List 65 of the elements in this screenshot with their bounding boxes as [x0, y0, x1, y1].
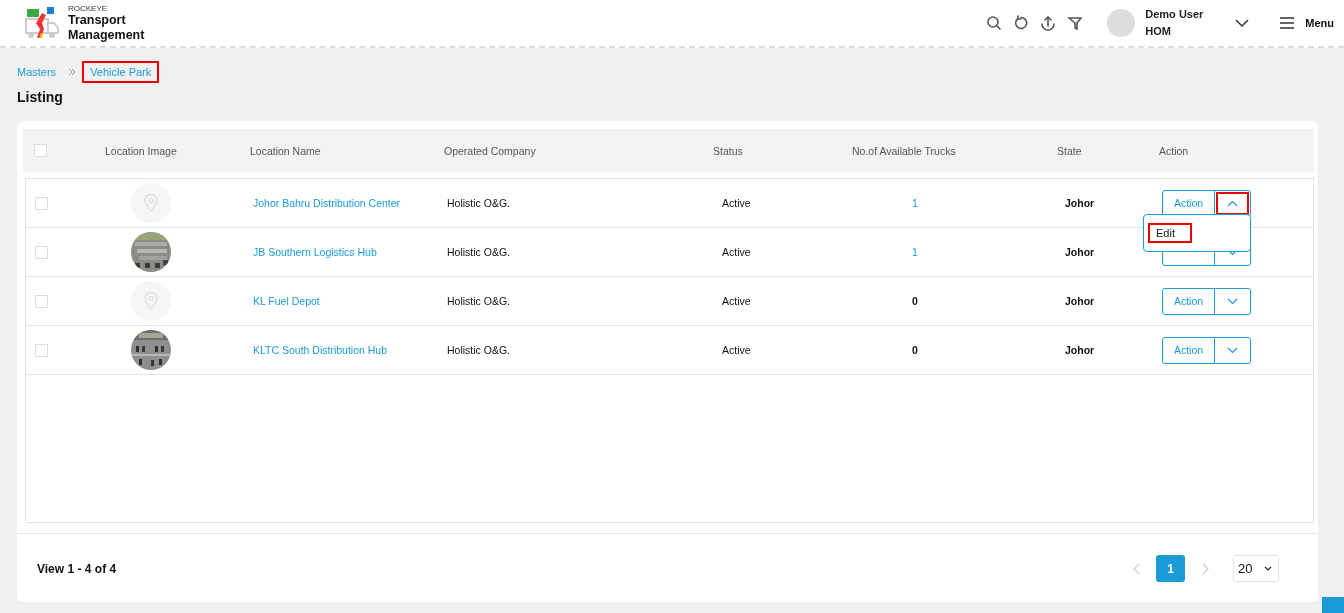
page-button[interactable]: 1	[1156, 555, 1185, 582]
search-icon[interactable]	[986, 15, 1003, 31]
location-pin-icon	[144, 292, 158, 310]
page-title: Listing	[16, 88, 64, 107]
chevron-down-icon	[1227, 346, 1238, 354]
table-cell: Johor	[1065, 197, 1095, 209]
breadcrumb-link[interactable]: Vehicle Park	[84, 63, 158, 81]
trucks-link[interactable]: 1	[912, 197, 918, 209]
trucks-link[interactable]: 1	[912, 246, 918, 258]
table-cell: Johor	[1065, 246, 1095, 258]
floating-button[interactable]	[1322, 597, 1344, 613]
row-checkbox[interactable]	[35, 196, 48, 210]
column-header: Operated Company	[444, 144, 536, 157]
chevron-right-icon	[1201, 562, 1209, 575]
select-all-checkbox[interactable]	[34, 144, 47, 157]
chevron-down-icon	[1227, 297, 1238, 305]
chevron-down-icon[interactable]	[1235, 18, 1250, 28]
results-summary: View 1 - 4 of 4	[37, 561, 117, 576]
menu-button[interactable]: Menu	[1279, 15, 1344, 31]
product-name: Transport Management	[68, 12, 146, 43]
column-header: Action	[1159, 144, 1189, 157]
company-name: ROCKEYE	[68, 3, 109, 13]
table-cell: 0	[912, 344, 918, 356]
location-link[interactable]: KLTC South Distribution Hub	[253, 344, 388, 356]
action-button[interactable]: Action	[1163, 337, 1215, 363]
chevron-left-icon	[1132, 562, 1140, 575]
table-cell: Active	[722, 344, 751, 356]
location-link[interactable]: JB Southern Logistics Hub	[253, 246, 377, 258]
refresh-icon[interactable]	[1013, 15, 1030, 31]
chevron-up-icon	[1227, 199, 1238, 207]
column-header: State	[1057, 144, 1082, 157]
column-header: Location Image	[105, 144, 177, 157]
table-cell: Holistic O&G.	[447, 197, 510, 209]
menu-item[interactable]: Edit	[1148, 222, 1192, 243]
table-cell: Johor	[1065, 295, 1095, 307]
avatar[interactable]	[1107, 9, 1136, 37]
row-checkbox[interactable]	[35, 343, 48, 357]
chevron-down-icon	[1264, 566, 1272, 571]
page-size-select[interactable]: 20	[1233, 555, 1279, 582]
table-cell: Holistic O&G.	[447, 246, 510, 258]
user-name: Demo User	[1145, 7, 1205, 22]
user-role: HOM	[1145, 24, 1172, 39]
row-checkbox[interactable]	[35, 294, 48, 308]
column-header: No.of Available Trucks	[852, 144, 956, 157]
table-cell: Active	[722, 295, 751, 307]
column-header: Location Name	[250, 144, 321, 157]
action-button[interactable]: Action	[1163, 288, 1215, 314]
table-cell: Active	[722, 197, 751, 209]
location-link[interactable]: Johor Bahru Distribution Center	[253, 197, 401, 209]
table-cell: Holistic O&G.	[447, 295, 510, 307]
location-pin-icon	[144, 194, 158, 212]
filter-icon[interactable]	[1067, 15, 1084, 31]
table-cell: Holistic O&G.	[447, 344, 510, 356]
table-cell: Active	[722, 246, 751, 258]
location-link[interactable]: KL Fuel Depot	[253, 295, 320, 307]
table-cell: Johor	[1065, 344, 1095, 356]
breadcrumb-link[interactable]: Masters	[17, 63, 63, 81]
column-header: Status	[713, 144, 743, 157]
row-checkbox[interactable]	[35, 245, 48, 259]
dropdown-toggle[interactable]	[1218, 193, 1247, 213]
upload-icon[interactable]	[1040, 15, 1057, 31]
chevrons-right-icon	[68, 68, 77, 76]
table-cell: 0	[912, 295, 918, 307]
menu-icon	[1279, 15, 1296, 31]
logo-icon	[22, 5, 60, 41]
